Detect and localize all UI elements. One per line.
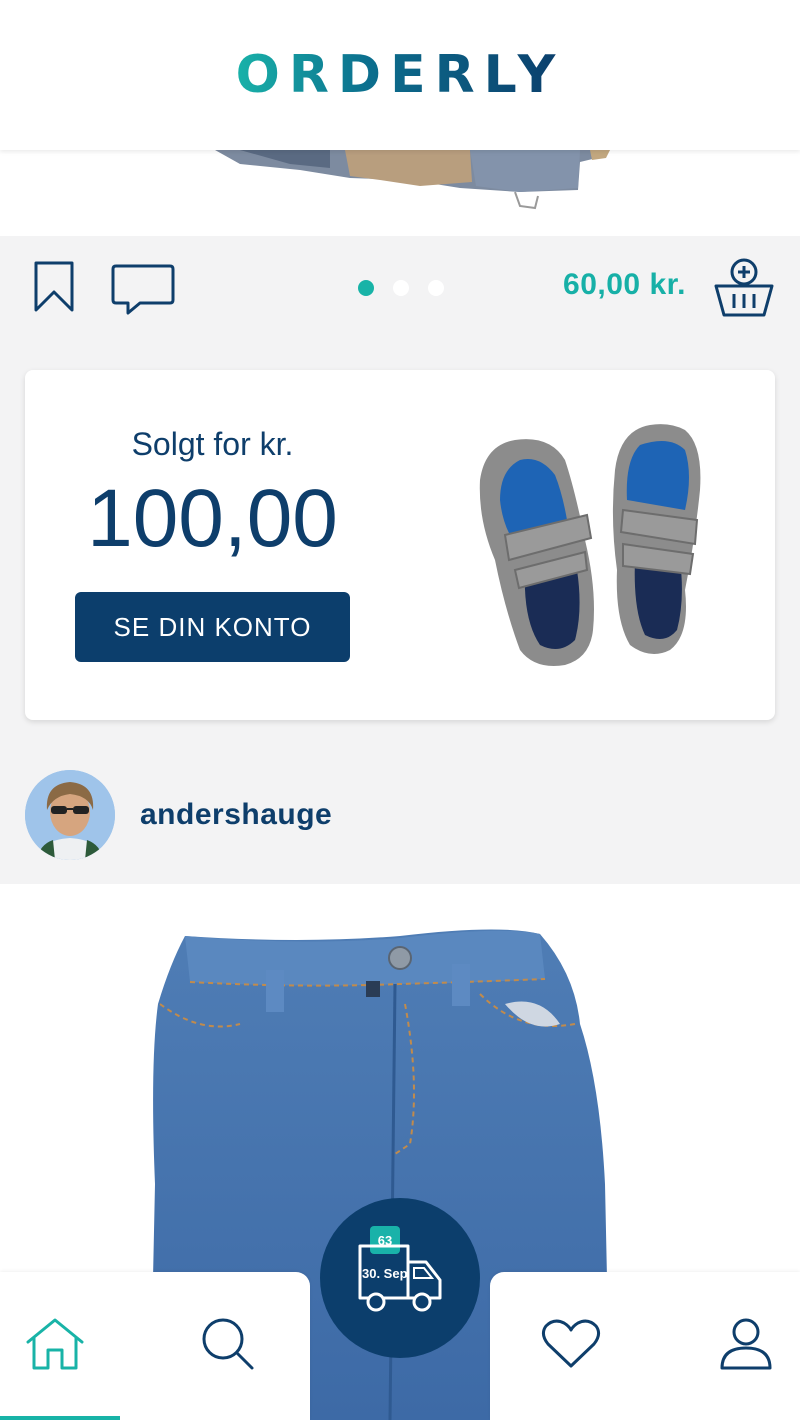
home-icon[interactable] xyxy=(24,1316,86,1376)
carousel-dots[interactable] xyxy=(358,280,444,296)
heart-icon[interactable] xyxy=(540,1318,602,1374)
sold-label: Solgt for kr. xyxy=(131,426,294,462)
carousel-dot[interactable] xyxy=(358,280,374,296)
active-tab-indicator xyxy=(0,1416,120,1420)
profile-icon[interactable] xyxy=(718,1316,774,1376)
carousel-dot[interactable] xyxy=(428,280,444,296)
orderly-logo[interactable]: ORDERLY xyxy=(236,45,565,105)
previous-product-photo[interactable] xyxy=(0,150,800,236)
search-icon[interactable] xyxy=(200,1316,256,1376)
app-header: ORDERLY xyxy=(0,0,800,150)
see-account-button[interactable]: SE DIN KONTO xyxy=(75,592,350,662)
add-to-basket-icon[interactable] xyxy=(712,256,776,324)
carousel-dot[interactable] xyxy=(393,280,409,296)
seller-row[interactable]: andershauge xyxy=(0,750,800,884)
sold-summary-card: Solgt for kr. 100,00 SE DIN KONTO xyxy=(25,370,775,720)
delivery-button[interactable]: 63 30. Sep xyxy=(320,1198,480,1358)
avatar[interactable] xyxy=(25,770,115,860)
product-price: 60,00 kr. xyxy=(563,268,686,301)
seller-username[interactable]: andershauge xyxy=(140,798,332,832)
comment-icon[interactable] xyxy=(110,262,176,320)
sold-amount: 100,00 xyxy=(87,473,338,564)
product-action-row: 60,00 kr. xyxy=(0,236,800,346)
sold-item-shoes-image xyxy=(475,420,725,674)
delivery-date: 30. Sep xyxy=(362,1266,408,1281)
bookmark-icon[interactable] xyxy=(32,260,76,318)
